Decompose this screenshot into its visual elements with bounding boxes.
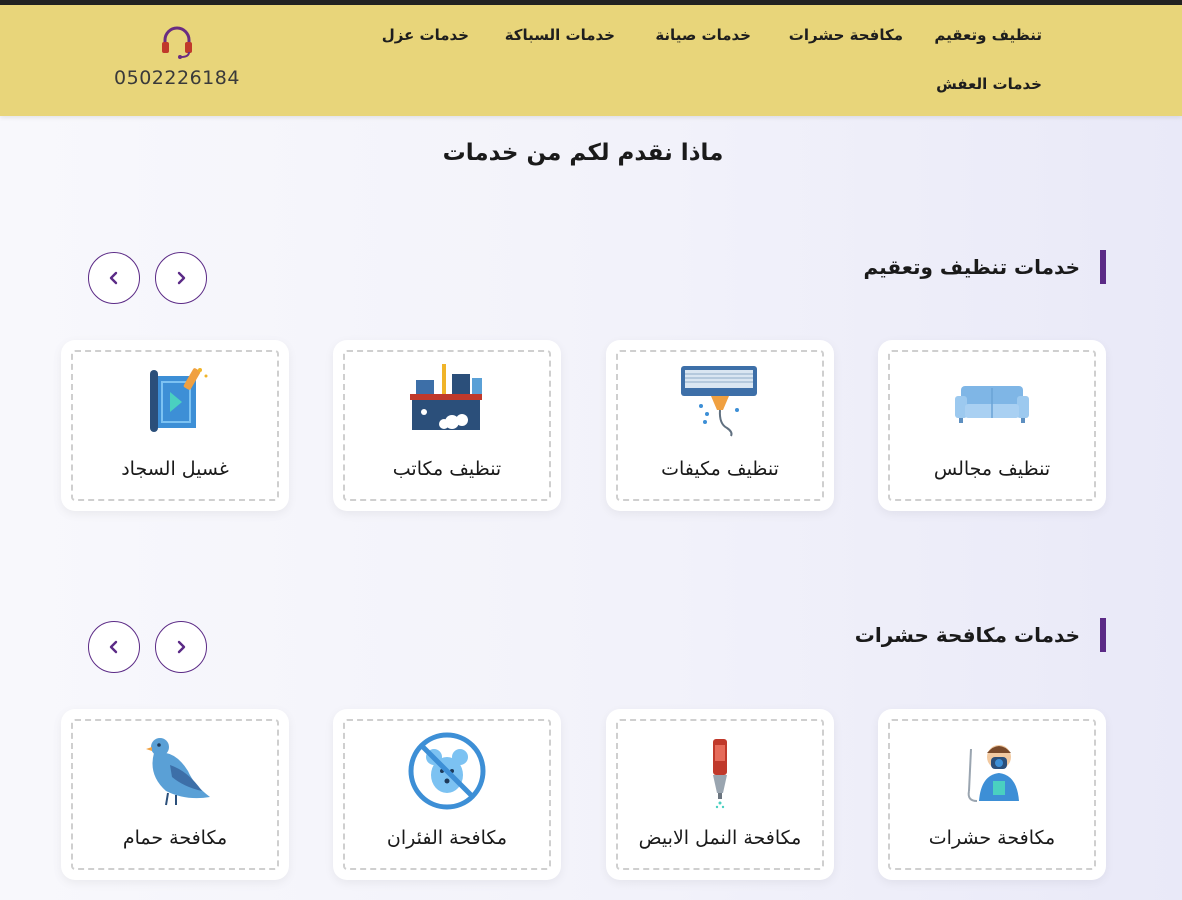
service-card[interactable]: تنظيف مجالس (878, 340, 1106, 511)
prev-button[interactable] (88, 621, 140, 673)
page-title: ماذا نقدم لكم من خدمات (442, 140, 724, 166)
card-frame: مكافحة حشرات (888, 719, 1096, 870)
chevron-left-icon (109, 271, 118, 285)
card-frame: تنظيف مكاتب (343, 350, 551, 501)
service-card[interactable]: تنظيف مكاتب (333, 340, 561, 511)
nav-maintenance[interactable]: خدمات صيانة (655, 26, 751, 44)
chevron-right-icon (177, 640, 186, 654)
no-mouse-icon (408, 732, 486, 810)
prev-button[interactable] (88, 252, 140, 304)
phone-contact[interactable]: 0502226184 (110, 23, 244, 89)
service-card[interactable]: مكافحة النمل الابيض (606, 709, 834, 880)
card-label: غسيل السجاد (121, 458, 229, 480)
card-frame: غسيل السجاد (71, 350, 279, 501)
card-label: تنظيف مكيفات (661, 458, 779, 480)
card-label: تنظيف مكاتب (392, 458, 502, 480)
pigeon-icon (146, 738, 210, 806)
carpet-icon (150, 368, 208, 432)
chevron-left-icon (109, 640, 118, 654)
nav-cleaning[interactable]: تنظيف وتعقيم (934, 26, 1042, 44)
spray-bottle-icon (713, 739, 727, 809)
card-label: تنظيف مجالس (933, 458, 1051, 480)
card-frame: مكافحة حمام (71, 719, 279, 870)
card-frame: مكافحة الفئران (343, 719, 551, 870)
nav-plumbing[interactable]: خدمات السباكة (505, 26, 615, 44)
chevron-right-icon (177, 271, 186, 285)
headset-icon (162, 26, 192, 59)
card-label: مكافحة النمل الابيض (638, 827, 802, 849)
nav-insulation[interactable]: خدمات عزل (382, 26, 469, 44)
site-header: تنظيف وتعقيم مكافحة حشرات خدمات صيانة خد… (0, 5, 1182, 116)
section-title-pest-control: خدمات مكافحة حشرات (855, 618, 1106, 652)
service-card[interactable]: مكافحة حشرات (878, 709, 1106, 880)
card-label: مكافحة الفئران (386, 827, 508, 849)
card-frame: تنظيف مكيفات (616, 350, 824, 501)
nav-pest-control[interactable]: مكافحة حشرات (789, 26, 903, 44)
service-card[interactable]: غسيل السجاد (61, 340, 289, 511)
card-label: مكافحة حمام (122, 827, 228, 849)
next-button[interactable] (155, 252, 207, 304)
office-desk-icon (410, 364, 482, 430)
sofa-icon (955, 386, 1029, 423)
service-card[interactable]: مكافحة الفئران (333, 709, 561, 880)
exterminator-icon (967, 745, 1019, 802)
card-frame: مكافحة النمل الابيض (616, 719, 824, 870)
air-conditioner-icon (681, 366, 757, 437)
phone-number[interactable]: 0502226184 (110, 67, 244, 89)
card-frame: تنظيف مجالس (888, 350, 1096, 501)
section-title-cleaning: خدمات تنظيف وتعقيم (864, 250, 1106, 284)
service-card[interactable]: تنظيف مكيفات (606, 340, 834, 511)
next-button[interactable] (155, 621, 207, 673)
service-card[interactable]: مكافحة حمام (61, 709, 289, 880)
nav-furniture-moving[interactable]: خدمات العفش (936, 75, 1042, 93)
card-label: مكافحة حشرات (928, 827, 1056, 849)
